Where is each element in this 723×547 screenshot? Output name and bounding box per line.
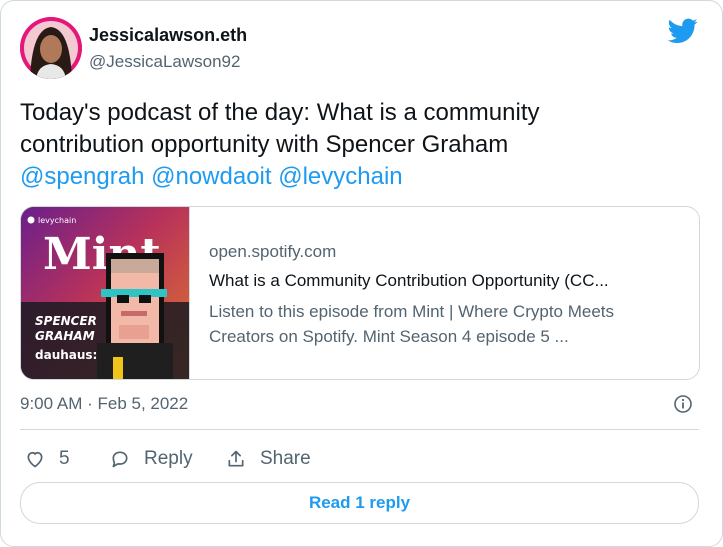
guest-name-line: SPENCER [35, 314, 97, 328]
tweet-card: Jessicalawson.eth @JessicaLawson92 Today… [0, 0, 723, 547]
link-description-line: Creators on Spotify. Mint Season 4 episo… [209, 327, 569, 346]
tweet-mentions: @spengrah @nowdaoit @levychain [20, 161, 700, 193]
tweet-timestamp[interactable]: 9:00 AM · Feb 5, 2022 [20, 394, 188, 414]
mention-link[interactable]: @nowdaoit [151, 163, 271, 190]
link-title: What is a Community Contribution Opportu… [209, 271, 609, 290]
mention-link[interactable]: @spengrah [20, 163, 144, 190]
tweet-text-line: Today's podcast of the day: What is a co… [20, 99, 540, 126]
link-description-line: Listen to this episode from Mint | Where… [209, 302, 615, 321]
twitter-bird-icon[interactable] [667, 18, 698, 44]
link-description: Listen to this episode from Mint | Where… [209, 299, 689, 349]
pixel-character-art [97, 253, 173, 379]
author-handle[interactable]: @JessicaLawson92 [89, 52, 240, 72]
reply-button[interactable]: Reply [110, 447, 193, 471]
share-icon [228, 450, 244, 467]
like-count: 5 [59, 448, 70, 469]
read-replies-button[interactable]: Read 1 reply [20, 482, 699, 524]
divider [20, 429, 699, 430]
channel-name: levychain [38, 216, 76, 225]
guest-name-line: GRAHAM [35, 329, 95, 343]
share-button[interactable]: Share [226, 447, 311, 471]
thumbnail-divider [189, 207, 190, 379]
tweet-text-line: contribution opportunity with Spencer Gr… [20, 131, 509, 158]
brand-text: dauhaus: [35, 348, 97, 362]
reply-icon [112, 451, 128, 468]
link-preview-card[interactable]: levychain Mint SPENCER GRAHAM dauhaus: o… [20, 206, 700, 380]
reply-label: Reply [144, 448, 193, 469]
info-icon[interactable] [673, 394, 693, 414]
link-domain: open.spotify.com [209, 242, 337, 261]
avatar[interactable] [20, 17, 82, 79]
mention-link[interactable]: @levychain [278, 163, 402, 190]
podcast-thumbnail: levychain Mint SPENCER GRAHAM dauhaus: [21, 207, 189, 379]
heart-icon [27, 451, 43, 468]
author-display-name[interactable]: Jessicalawson.eth [89, 25, 247, 46]
share-label: Share [260, 448, 311, 469]
channel-avatar-icon [27, 216, 35, 224]
like-button[interactable]: 5 [25, 447, 70, 471]
tweet-text: Today's podcast of the day: What is a co… [20, 97, 700, 193]
